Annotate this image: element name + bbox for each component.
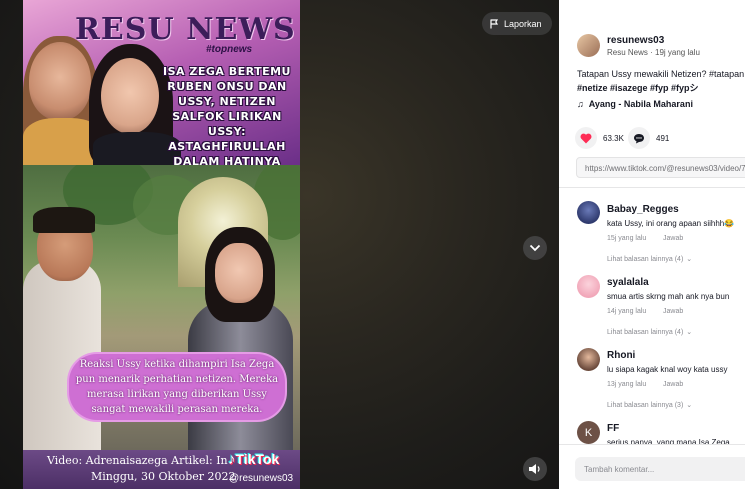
tiktok-watermark-text: TikTok [235,451,280,467]
view-more-replies[interactable]: Lihat balasan lainnya (4) ⌄ [607,328,693,337]
video-link-field[interactable]: https://www.tiktok.com/@resunews03/video… [576,157,745,178]
brand-logo: RESU NEWS [75,12,296,47]
brand-hashtag: #topnews [206,44,253,55]
headline-line: DALAM HATINYA [173,155,281,165]
person-left-face [29,42,91,120]
video-caption: Reaksi Ussy ketika dihampiri Isa Zega pu… [69,354,285,420]
music-track[interactable]: ♫ Ayang - Nabila Maharani [577,99,693,109]
chevron-down-icon: ⌄ [686,329,693,336]
comment-username[interactable]: Rhoni [607,350,635,361]
tiktok-note-icon: ♪ [228,451,236,468]
description-line: Tatapan Ussy mewakili Netizen? #tatapan [577,69,745,79]
comment-avatar[interactable] [577,201,600,224]
headline-line: ASTAGHFIRULLAH [168,140,286,153]
comment-username[interactable]: syalalala [607,277,649,288]
view-more-replies[interactable]: Lihat balasan lainnya (3) ⌄ [607,401,693,410]
comment-bubble-icon [634,133,644,143]
comment-composer [559,444,745,489]
video-description: Tatapan Ussy mewakili Netizen? #tatapan … [577,67,745,95]
video-stage: RESU NEWS #topnews ISA ZEGA BERTEMU RUBE… [0,0,559,489]
details-panel: resunews03 Resu News · 19j yang lalu Tat… [559,0,745,489]
author-meta: Resu News · 19j yang lalu [607,48,700,57]
comment-time: 15j yang lalu [607,235,647,242]
report-label: Laporkan [504,18,542,29]
comment-avatar[interactable] [577,275,600,298]
comment-button[interactable] [628,127,650,149]
comment-text: kata Ussy, ini orang apaan siihhh😂 [607,219,735,228]
comment-username[interactable]: Babay_Regges [607,204,679,215]
like-stat[interactable]: 63.3K [575,127,624,149]
flag-icon [490,18,499,28]
comment-time: 14j yang lalu [607,308,647,315]
headline-line: USSY, NETIZEN [178,95,276,108]
view-more-replies-label: Lihat balasan lainnya (4) [607,255,684,263]
view-more-replies-label: Lihat balasan lainnya (4) [607,328,684,336]
comment-username[interactable]: FF [607,423,619,434]
music-note-icon: ♫ [577,99,584,109]
heart-icon [580,133,592,143]
comment-avatar[interactable] [577,348,600,371]
comment-avatar[interactable]: K [577,421,600,444]
reply-button[interactable]: Jawab [663,308,683,315]
comment-time: 13j yang lalu [607,381,647,388]
author-username[interactable]: resunews03 [607,35,664,46]
watermark-username: @resunews03 [229,473,294,484]
reply-button[interactable]: Jawab [663,235,683,242]
comment-count: 491 [656,133,670,143]
headline-line: RUBEN ONSU DAN [167,80,287,93]
person-right-face [101,58,159,134]
credit-line: Video: Adrenaisazega Artikel: In [47,454,228,467]
headline-line: ISA ZEGA BERTEMU [163,65,291,78]
next-video-button[interactable] [523,236,547,260]
chevron-down-icon [529,244,541,252]
comment-text: smua artis skrng mah ank nya bun [607,292,730,301]
credit-date: Minggu, 30 Oktober 2022 [91,470,236,483]
view-more-replies[interactable]: Lihat balasan lainnya (4) ⌄ [607,255,693,264]
music-title: Ayang - Nabila Maharani [588,99,693,109]
chevron-down-icon: ⌄ [686,402,693,409]
speaker-icon [529,464,540,474]
person-man-hair [33,207,95,233]
description-hashtags[interactable]: #netize #isazege #fyp #fypシ [577,81,745,95]
person-woman-face [215,243,263,303]
view-more-replies-label: Lihat balasan lainnya (3) [607,401,684,409]
comment-input[interactable] [575,457,745,481]
reply-button[interactable]: Jawab [663,381,683,388]
volume-button[interactable] [523,457,547,481]
divider [559,187,745,188]
headline-line: SALFOK LIRIKAN USSY: [172,110,282,138]
author-avatar[interactable] [577,34,600,57]
comment-text: lu siapa kagak knal woy kata ussy [607,365,728,374]
video-title-banner: RESU NEWS #topnews ISA ZEGA BERTEMU RUBE… [23,0,300,165]
comment-stat[interactable]: 491 [628,127,669,149]
report-button[interactable]: Laporkan [482,12,552,35]
tiktok-watermark: ♪TikTok [228,451,279,468]
video-headline: ISA ZEGA BERTEMU RUBEN ONSU DAN USSY, NE… [153,64,300,165]
avatar-letter: K [584,426,593,439]
like-count: 63.3K [603,133,624,143]
like-button[interactable] [575,127,597,149]
video-player[interactable]: RESU NEWS #topnews ISA ZEGA BERTEMU RUBE… [23,0,300,489]
chevron-down-icon: ⌄ [686,256,693,263]
